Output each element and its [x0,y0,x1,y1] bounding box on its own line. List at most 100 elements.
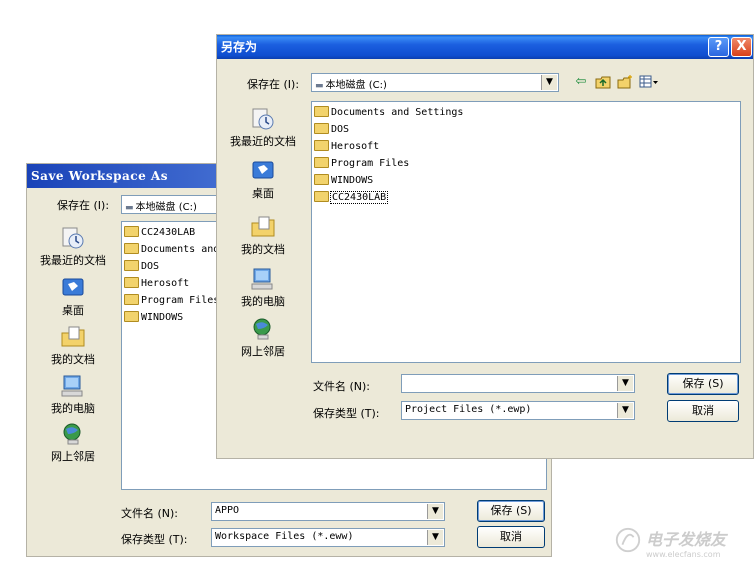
back-filename-label: 文件名 (N): [121,507,179,520]
back-save-button[interactable]: 保存 (S) [477,500,545,522]
front-place-my-documents[interactable]: 我的文档 [221,215,305,257]
file-name: Herosoft [331,141,380,152]
folder-icon [124,276,139,288]
hard-drive-icon: ▬ [125,203,134,213]
save-as-title: 另存为 [221,40,258,54]
front-filetype-label: 保存类型 (T): [313,407,380,420]
file-name: Program Files [331,158,410,169]
back-places-bar: 我最近的文档 桌面 我的文档 我的电脑 网上邻居 [31,224,115,474]
folder-icon [314,190,329,202]
up-folder-icon[interactable] [595,74,611,90]
desktop-icon [252,161,274,179]
back-place-desktop[interactable]: 桌面 [31,276,115,318]
front-filename-combo[interactable]: ▼ [401,374,635,393]
desktop-icon [62,278,84,296]
list-item-selected[interactable]: CC2430LAB [312,189,740,206]
file-name: Documents and [141,244,220,255]
back-filetype-value: Workspace Files (*.eww) [215,531,354,542]
network-places-icon [253,318,271,340]
back-place-network[interactable]: 网上邻居 [31,422,115,464]
file-name: DOS [141,261,160,272]
close-button[interactable]: X [731,37,752,57]
back-save-in-label: 保存在 (I): [57,199,110,212]
back-place-network-label: 网上邻居 [51,450,95,463]
folder-icon [314,173,329,185]
folder-icon [124,259,139,271]
folder-icon [314,105,329,117]
front-place-my-computer-label: 我的电脑 [241,295,285,308]
front-place-recent[interactable]: 我最近的文档 [221,107,305,149]
new-folder-icon[interactable] [617,74,633,90]
front-place-network[interactable]: 网上邻居 [221,317,305,359]
front-file-list[interactable]: Documents and Settings DOS Herosoft Prog… [311,101,741,363]
front-filename-label: 文件名 (N): [313,380,371,393]
back-filename-value: APPO [215,505,240,516]
back-arrow-icon[interactable]: ⇦ [573,74,589,90]
folder-icon [314,139,329,151]
file-name: CC2430LAB [141,227,196,238]
back-place-recent-label: 我最近的文档 [40,254,106,267]
save-as-titlebar[interactable]: 另存为 [217,35,753,59]
save-as-dialog: 另存为 ? X 保存在 (I): ▬本地磁盘 (C:) ▼ ⇦ 我最近的文档 [216,34,754,459]
list-item[interactable]: Documents and Settings [312,104,740,121]
front-cancel-button[interactable]: 取消 [667,400,739,422]
front-place-desktop[interactable]: 桌面 [221,159,305,201]
watermark-text: 电子发烧友 [646,530,727,549]
network-places-icon [63,423,81,445]
elecfans-logo-icon [615,527,641,553]
back-place-my-documents-label: 我的文档 [51,353,95,366]
front-filetype-combo[interactable]: Project Files (*.ewp) ▼ [401,401,635,420]
file-name: CC2430LAB [329,191,389,204]
front-place-recent-label: 我最近的文档 [230,135,296,148]
chevron-down-icon[interactable]: ▼ [617,403,633,418]
folder-icon [314,156,329,168]
chevron-down-icon[interactable]: ▼ [427,530,443,545]
file-name: Program Files [141,295,220,306]
file-name: WINDOWS [331,175,374,186]
file-name: DOS [331,124,350,135]
list-item[interactable]: Herosoft [312,138,740,155]
list-item[interactable]: Program Files [312,155,740,172]
my-computer-icon [251,268,273,290]
list-item[interactable]: DOS [312,121,740,138]
save-workspace-title: Save Workspace As [31,169,168,183]
elecfans-watermark: 电子发烧友 www.elecfans.com [614,522,754,568]
front-place-desktop-label: 桌面 [252,187,274,200]
back-cancel-button[interactable]: 取消 [477,526,545,548]
file-name: Documents and Settings [331,107,464,118]
file-name: WINDOWS [141,312,184,323]
front-place-my-computer[interactable]: 我的电脑 [221,267,305,309]
recent-documents-icon [62,227,84,249]
front-place-my-documents-label: 我的文档 [241,243,285,256]
help-button[interactable]: ? [708,37,729,57]
front-save-in-combo[interactable]: ▬ 本地磁盘 (C:) ▼ [311,73,559,92]
back-place-desktop-label: 桌面 [62,304,84,317]
watermark-url: www.elecfans.com [646,550,721,559]
chevron-down-icon[interactable]: ▼ [427,504,443,519]
recent-documents-icon [252,108,274,130]
front-filetype-value: Project Files (*.ewp) [405,404,532,415]
back-filetype-label: 保存类型 (T): [121,533,188,546]
front-save-in-label: 保存在 (I): [247,78,300,91]
back-place-my-computer-label: 我的电脑 [51,402,95,415]
my-documents-icon [251,216,275,237]
list-item[interactable]: WINDOWS [312,172,740,189]
file-name: Herosoft [141,278,190,289]
folder-icon [124,310,139,322]
folder-icon [124,293,139,305]
chevron-down-icon[interactable]: ▼ [541,75,557,90]
my-documents-icon [61,326,85,347]
back-filename-combo[interactable]: APPO ▼ [211,502,445,521]
view-menu-icon[interactable] [639,74,659,90]
hard-drive-icon: ▬ [315,81,324,91]
front-places-bar: 我最近的文档 桌面 我的文档 我的电脑 网上邻居 [221,107,305,367]
back-place-my-documents[interactable]: 我的文档 [31,325,115,367]
chevron-down-icon[interactable]: ▼ [617,376,633,391]
folder-icon [124,225,139,237]
front-save-button[interactable]: 保存 (S) [667,373,739,395]
back-place-my-computer[interactable]: 我的电脑 [31,374,115,416]
folder-icon [314,122,329,134]
back-place-recent[interactable]: 我最近的文档 [31,226,115,268]
back-filetype-combo[interactable]: Workspace Files (*.eww) ▼ [211,528,445,547]
front-save-in-value: 本地磁盘 (C:) [325,80,387,91]
